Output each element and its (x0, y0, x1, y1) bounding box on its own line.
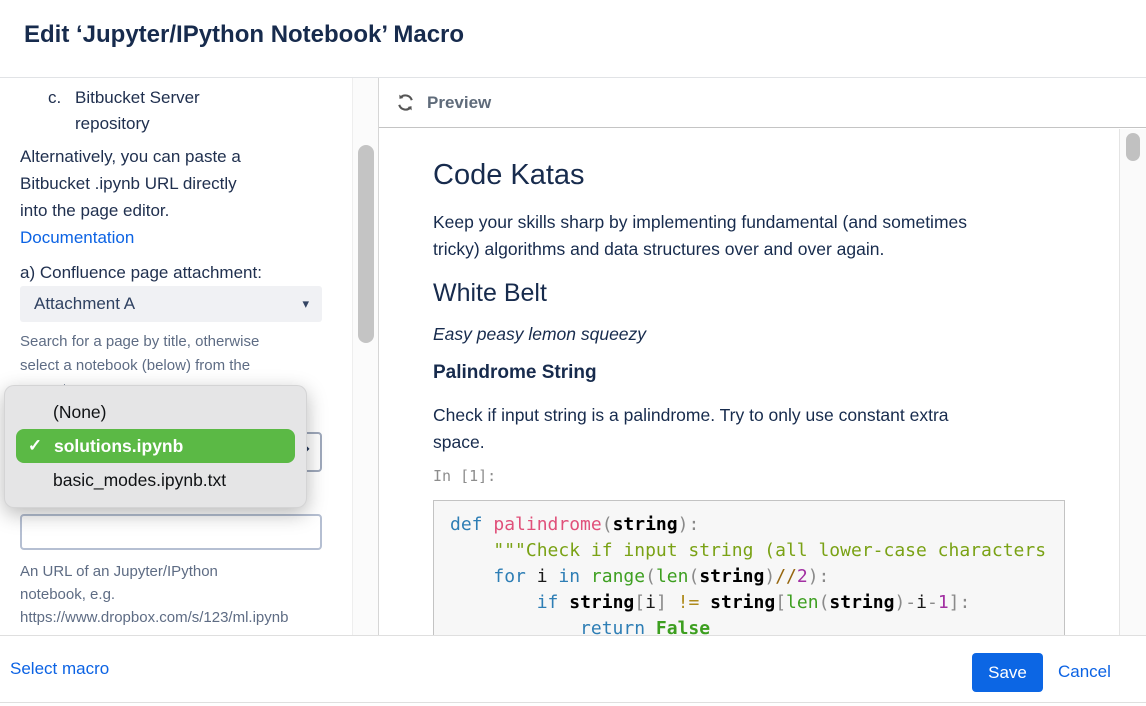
notebook-title: Code Katas (433, 157, 1118, 193)
cancel-link[interactable]: Cancel (1058, 662, 1111, 682)
dropdown-item-selected[interactable]: ✓solutions.ipynb (16, 429, 295, 463)
list-marker: c. (48, 85, 75, 137)
code-line: """Check if input string (all lower-case… (450, 538, 1064, 564)
dropdown-item[interactable]: (None) (5, 395, 306, 429)
preview-content: Code Katas Keep your skills sharp by imp… (379, 129, 1118, 635)
code-line: return False (450, 616, 1064, 635)
left-panel-scrollbar-track[interactable] (352, 78, 378, 635)
dropdown-item-label: (None) (53, 402, 107, 422)
preview-scrollbar-track[interactable] (1119, 129, 1146, 635)
preview-label: Preview (427, 93, 491, 113)
code-line: if string[i] != string[len(string)-i-1]: (450, 590, 1064, 616)
attachment-select-value: Attachment A (34, 294, 135, 314)
dropdown-item-label: solutions.ipynb (54, 429, 183, 463)
dialog-title: Edit ‘Jupyter/IPython Notebook’ Macro (24, 21, 464, 49)
chevron-down-icon: ▾ (302, 296, 309, 312)
code-line: for i in range(len(string)//2): (450, 564, 1064, 590)
attachment-field-label: a) Confluence page attachment: (20, 259, 352, 286)
select-macro-link[interactable]: Select macro (10, 659, 109, 679)
notebook-intro: Keep your skills sharp by implementing f… (433, 209, 1118, 263)
save-button[interactable]: Save (972, 653, 1043, 692)
preview-scrollbar-thumb[interactable] (1126, 133, 1140, 161)
notebook-section-heading: White Belt (433, 277, 1118, 309)
list-item-text: Bitbucket Server repository (75, 85, 200, 137)
notebook-url-input[interactable] (20, 514, 322, 550)
attachment-select[interactable]: Attachment A ▾ (20, 286, 322, 322)
macro-params-panel: c. Bitbucket Server repository Alternati… (0, 78, 352, 635)
documentation-link[interactable]: Documentation (20, 224, 352, 251)
notebook-description: Check if input string is a palindrome. T… (433, 402, 1118, 456)
dropdown-item-label: basic_modes.ipynb.txt (53, 470, 226, 490)
code-line: def palindrome(string): (450, 512, 1064, 538)
instruction-list-item: c. Bitbucket Server repository (48, 85, 352, 137)
dialog-footer: Select macro Save Cancel (0, 635, 1146, 703)
preview-panel: Preview Code Katas Keep your skills shar… (378, 78, 1146, 635)
dropdown-item[interactable]: basic_modes.ipynb.txt (5, 463, 306, 497)
alternative-paste-text: Alternatively, you can paste a Bitbucket… (20, 143, 352, 224)
refresh-preview-icon[interactable] (396, 93, 415, 112)
preview-header: Preview (379, 78, 1146, 128)
notebook-subsection-heading: Palindrome String (433, 361, 1118, 385)
notebook-subtitle: Easy peasy lemon squeezy (433, 322, 1118, 346)
attachment-dropdown-popup: (None) ✓solutions.ipynb basic_modes.ipynb.… (4, 385, 307, 508)
url-help-text: An URL of an Jupyter/IPython notebook, e… (20, 560, 352, 629)
cell-input-prompt: In [1]: (433, 466, 1118, 486)
left-panel-scrollbar-thumb[interactable] (358, 145, 374, 343)
check-icon: ✓ (16, 429, 54, 463)
code-cell: def palindrome(string): """Check if inpu… (433, 500, 1065, 635)
